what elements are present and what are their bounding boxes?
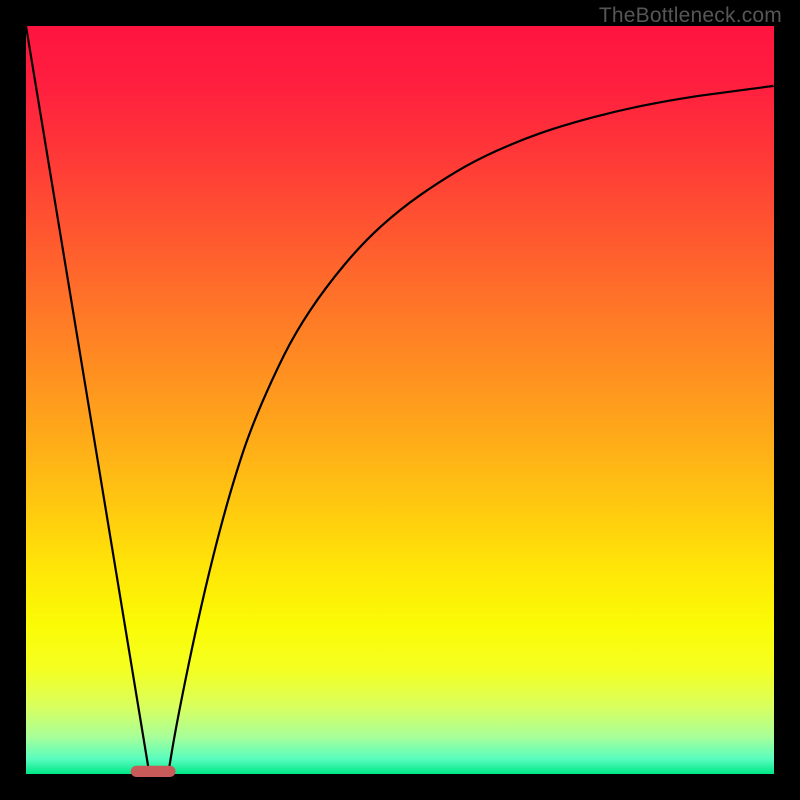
chart-container: TheBottleneck.com (0, 0, 800, 800)
watermark-text: TheBottleneck.com (599, 4, 782, 28)
minimum-marker (131, 766, 176, 777)
bottleneck-chart (0, 0, 800, 800)
plot-background (26, 26, 774, 774)
